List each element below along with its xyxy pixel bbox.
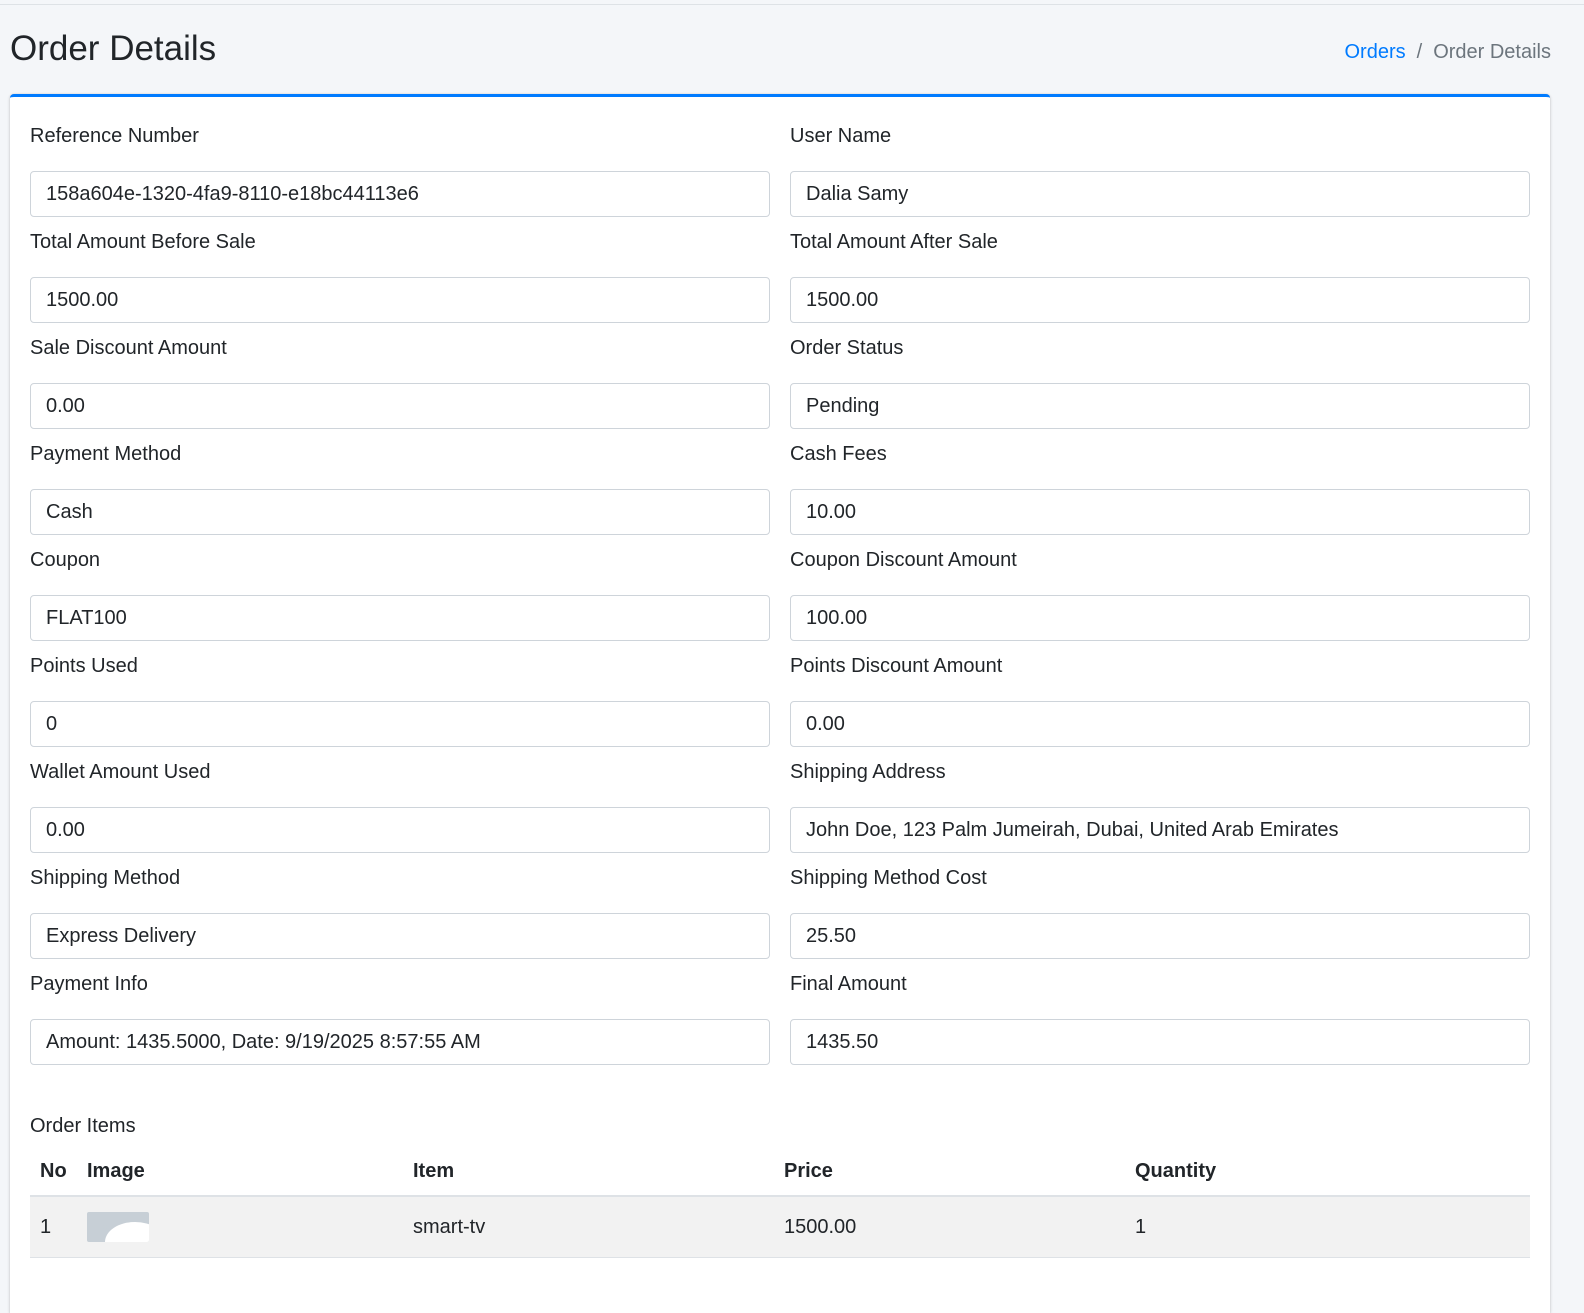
shipping-cost-group: Shipping Method Cost 25.50 — [790, 865, 1530, 959]
breadcrumb-separator: / — [1416, 41, 1423, 63]
payment-method-label: Payment Method — [30, 443, 182, 465]
row-quantity: 1 — [1125, 1196, 1530, 1258]
shipping-method-field[interactable]: Express Delivery — [30, 913, 770, 959]
total-before-sale-field[interactable]: 1500.00 — [30, 277, 770, 323]
row-image-cell — [77, 1196, 403, 1258]
sale-discount-label: Sale Discount Amount — [30, 337, 227, 359]
shipping-method-group: Shipping Method Express Delivery — [30, 865, 770, 959]
order-status-field[interactable]: Pending — [790, 383, 1530, 429]
coupon-discount-label: Coupon Discount Amount — [790, 549, 1017, 571]
user-name-label: User Name — [790, 125, 892, 147]
wallet-used-label: Wallet Amount Used — [30, 761, 211, 783]
payment-info-group: Payment Info Amount: 1435.5000, Date: 9/… — [30, 971, 770, 1065]
cash-fees-group: Cash Fees 10.00 — [790, 441, 1530, 535]
row-item: smart-tv — [403, 1196, 774, 1258]
row-no: 1 — [30, 1196, 77, 1258]
coupon-discount-group: Coupon Discount Amount 100.00 — [790, 547, 1530, 641]
breadcrumb-current: Order Details — [1433, 41, 1551, 63]
image-placeholder-icon — [87, 1212, 149, 1242]
wallet-used-group: Wallet Amount Used 0.00 — [30, 759, 770, 853]
sale-discount-field[interactable]: 0.00 — [30, 383, 770, 429]
reference-number-group: Reference Number 158a604e-1320-4fa9-8110… — [30, 123, 770, 217]
shipping-address-label: Shipping Address — [790, 761, 946, 783]
column-header-price: Price — [774, 1147, 1125, 1197]
points-used-label: Points Used — [30, 655, 138, 677]
shipping-address-group: Shipping Address John Doe, 123 Palm Jume… — [790, 759, 1530, 853]
total-after-sale-field[interactable]: 1500.00 — [790, 277, 1530, 323]
coupon-group: Coupon FLAT100 — [30, 547, 770, 641]
coupon-label: Coupon — [30, 549, 101, 571]
reference-number-label: Reference Number — [30, 125, 199, 147]
cash-fees-label: Cash Fees — [790, 443, 887, 465]
payment-method-group: Payment Method Cash — [30, 441, 770, 535]
page-title: Order Details — [10, 29, 217, 68]
sale-discount-group: Sale Discount Amount 0.00 — [30, 335, 770, 429]
final-amount-group: Final Amount 1435.50 — [790, 971, 1530, 1065]
column-header-item: Item — [403, 1147, 774, 1197]
shipping-address-field[interactable]: John Doe, 123 Palm Jumeirah, Dubai, Unit… — [790, 807, 1530, 853]
total-before-sale-group: Total Amount Before Sale 1500.00 — [30, 229, 770, 323]
points-discount-label: Points Discount Amount — [790, 655, 1003, 677]
column-header-quantity: Quantity — [1125, 1147, 1530, 1197]
order-status-label: Order Status — [790, 337, 904, 359]
user-name-field[interactable]: Dalia Samy — [790, 171, 1530, 217]
reference-number-field[interactable]: 158a604e-1320-4fa9-8110-e18bc44113e6 — [30, 171, 770, 217]
shipping-cost-field[interactable]: 25.50 — [790, 913, 1530, 959]
points-discount-group: Points Discount Amount 0.00 — [790, 653, 1530, 747]
shipping-method-label: Shipping Method — [30, 867, 181, 889]
column-header-no: No — [30, 1147, 77, 1197]
points-used-group: Points Used 0 — [30, 653, 770, 747]
wallet-used-field[interactable]: 0.00 — [30, 807, 770, 853]
table-header-row: No Image Item Price Quantity — [30, 1147, 1530, 1197]
table-row: 1 smart-tv 1500.00 1 — [30, 1196, 1530, 1258]
total-after-sale-label: Total Amount After Sale — [790, 231, 998, 253]
column-header-image: Image — [77, 1147, 403, 1197]
order-items-table: No Image Item Price Quantity 1 smart-tv … — [30, 1147, 1530, 1258]
coupon-field[interactable]: FLAT100 — [30, 595, 770, 641]
order-details-card: Reference Number 158a604e-1320-4fa9-8110… — [10, 94, 1550, 1313]
total-after-sale-group: Total Amount After Sale 1500.00 — [790, 229, 1530, 323]
payment-method-field[interactable]: Cash — [30, 489, 770, 535]
payment-info-label: Payment Info — [30, 973, 148, 995]
cash-fees-field[interactable]: 10.00 — [790, 489, 1530, 535]
order-items-title: Order Items — [30, 1115, 136, 1137]
final-amount-label: Final Amount — [790, 973, 907, 995]
final-amount-field[interactable]: 1435.50 — [790, 1019, 1530, 1065]
points-discount-field[interactable]: 0.00 — [790, 701, 1530, 747]
user-name-group: User Name Dalia Samy — [790, 123, 1530, 217]
breadcrumb-orders-link[interactable]: Orders — [1345, 38, 1406, 66]
shipping-cost-label: Shipping Method Cost — [790, 867, 987, 889]
coupon-discount-field[interactable]: 100.00 — [790, 595, 1530, 641]
row-price: 1500.00 — [774, 1196, 1125, 1258]
top-divider — [0, 4, 1584, 5]
total-before-sale-label: Total Amount Before Sale — [30, 231, 256, 253]
order-status-group: Order Status Pending — [790, 335, 1530, 429]
points-used-field[interactable]: 0 — [30, 701, 770, 747]
payment-info-field[interactable]: Amount: 1435.5000, Date: 9/19/2025 8:57:… — [30, 1019, 770, 1065]
breadcrumb: Orders / Order Details — [1345, 38, 1552, 66]
